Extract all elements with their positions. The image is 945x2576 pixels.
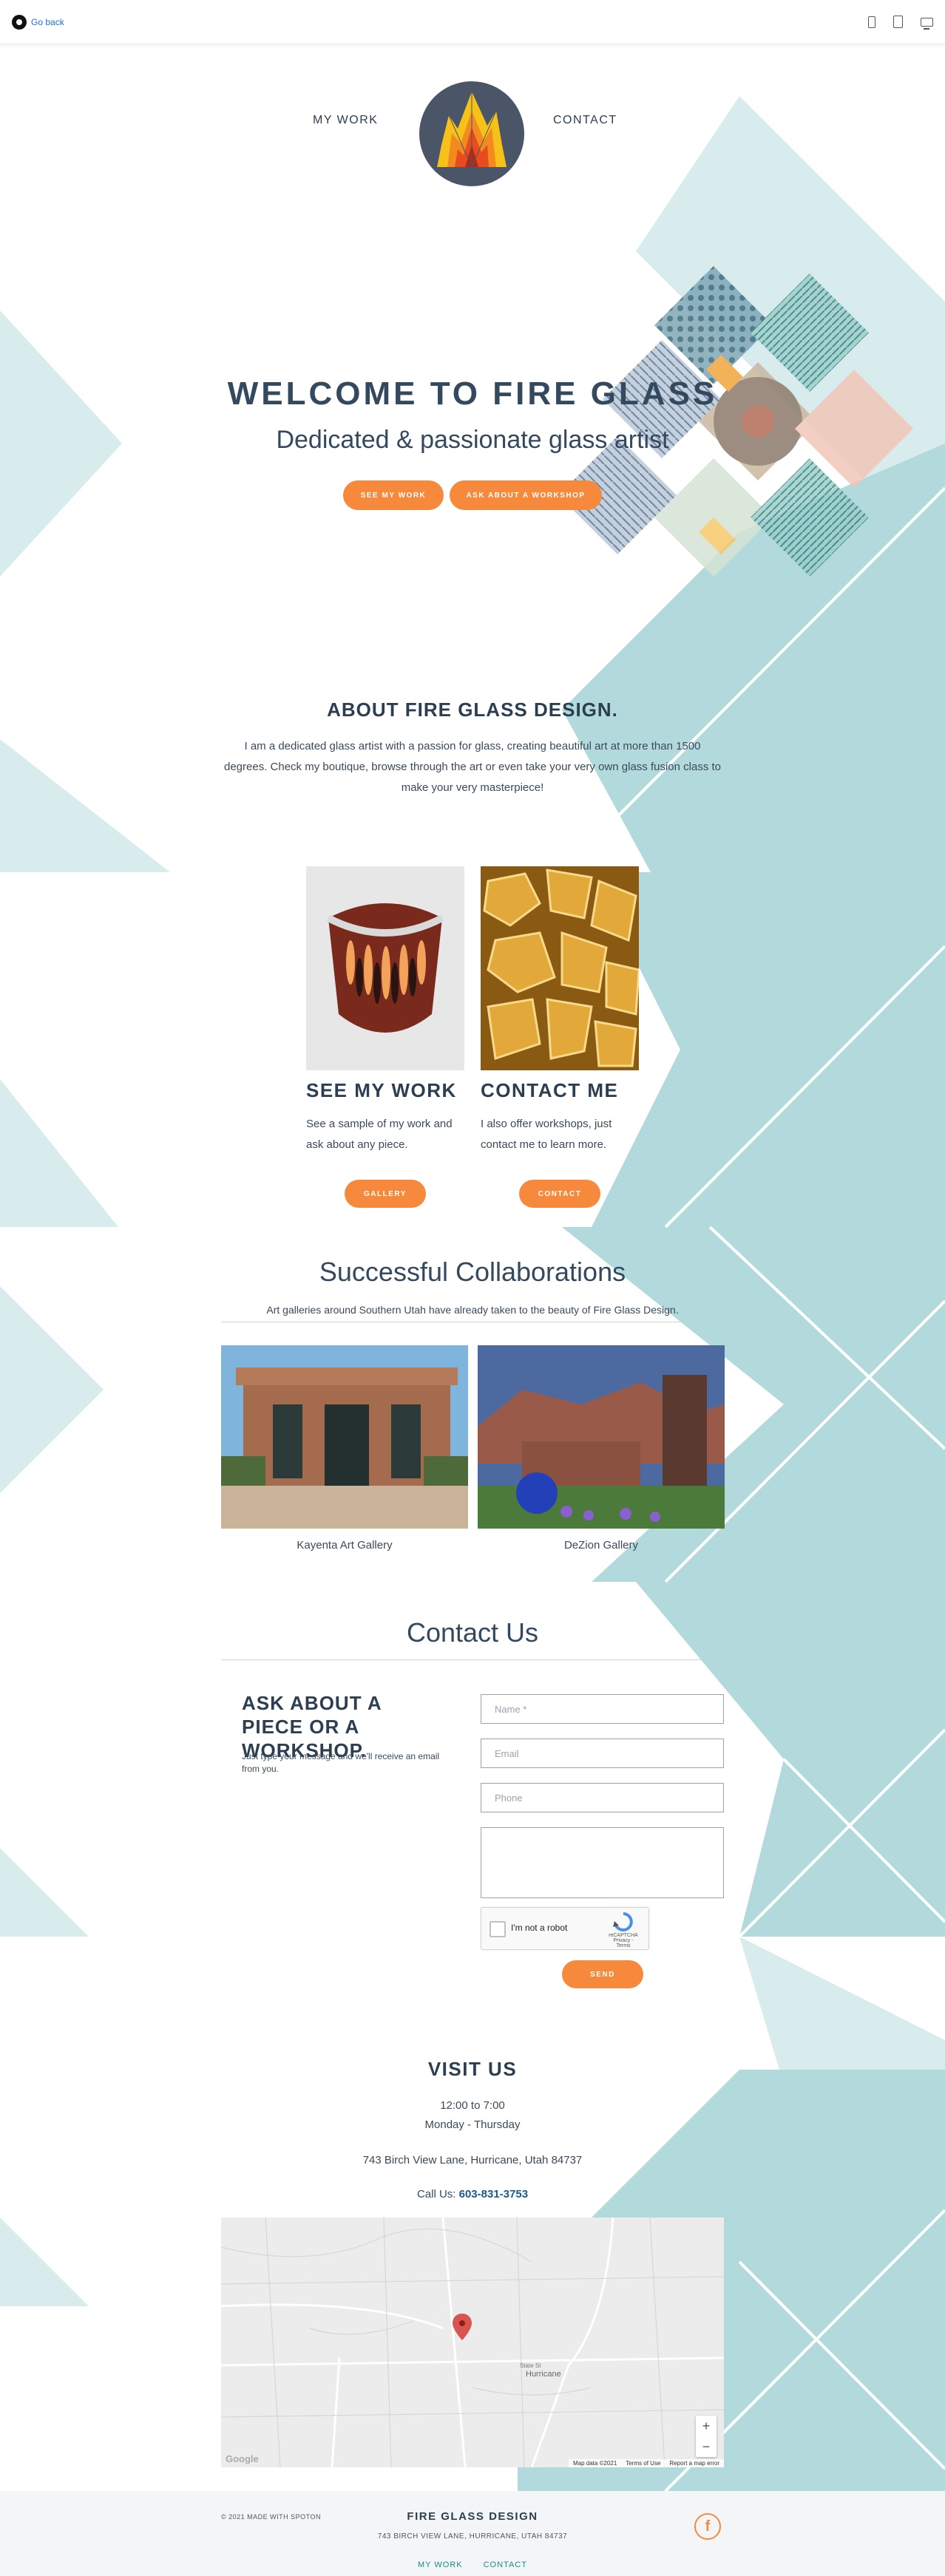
phone-link[interactable]: 603-831-3753 — [459, 2188, 528, 2201]
location-map[interactable]: State St Hurricane Google + − Map data ©… — [221, 2218, 724, 2467]
contact-title: Contact Us — [406, 1617, 539, 1648]
map-terms-link[interactable]: Terms of Use — [626, 2460, 660, 2467]
hero-subtitle: Dedicated & passionate glass artist — [276, 426, 669, 454]
amber-glass-image — [481, 866, 639, 1070]
zoom-in-button[interactable]: + — [696, 2416, 717, 2436]
footer-address: 743 BIRCH VIEW LANE, HURRICANE, UTAH 847… — [377, 2532, 568, 2541]
email-field[interactable]: Email — [481, 1739, 724, 1768]
nav-contact[interactable]: CONTACT — [553, 114, 617, 127]
about-title: ABOUT FIRE GLASS DESIGN. — [327, 699, 618, 721]
recaptcha-widget: I'm not a robot reCAPTCHA Privacy - Term… — [481, 1907, 649, 1950]
map-town-label: Hurricane — [526, 2370, 561, 2379]
footer: © 2021 MADE WITH SPOTON FIRE GLASS DESIG… — [0, 2491, 945, 2576]
card-contact-me: CONTACT ME I also offer workshops, just … — [481, 866, 639, 1208]
map-report-link[interactable]: Report a map error — [669, 2460, 719, 2467]
card-text: See a sample of my work and ask about an… — [306, 1118, 453, 1151]
recaptcha-brand: reCAPTCHA — [609, 1933, 638, 1938]
footer-link-contact[interactable]: CONTACT — [484, 2560, 527, 2569]
footer-links: MY WORK CONTACT — [0, 2560, 945, 2569]
about-text: I am a dedicated glass artist with a pas… — [223, 740, 722, 794]
ask-workshop-button[interactable]: ASK ABOUT A WORKSHOP — [450, 480, 602, 510]
main-nav: MY WORK CONTACT — [0, 81, 945, 192]
gallery-caption: Kayenta Art Gallery — [297, 1539, 393, 1552]
call-label: Call Us: — [416, 2188, 456, 2201]
collaborations-title: Successful Collaborations — [319, 1257, 626, 1287]
kayenta-gallery-photo — [221, 1345, 468, 1529]
facebook-icon[interactable]: f — [694, 2513, 721, 2540]
divider — [221, 1659, 724, 1660]
tablet-icon[interactable] — [893, 16, 903, 28]
nav-my-work[interactable]: MY WORK — [313, 114, 378, 127]
recaptcha-logo: reCAPTCHA Privacy - Terms — [606, 1912, 641, 1948]
desktop-icon[interactable] — [921, 17, 933, 30]
hero-buttons: SEE MY WORK ASK ABOUT A WORKSHOP — [0, 480, 945, 510]
visit-call: Call Us: 603-831-3753 — [0, 2188, 945, 2201]
phone-icon[interactable] — [868, 16, 875, 28]
visit-days: Monday - Thursday — [424, 2118, 521, 2131]
go-back-icon — [12, 14, 27, 30]
map-attribution: Map data ©2021 Terms of Use Report a map… — [569, 2459, 724, 2467]
card-title: SEE MY WORK — [306, 1079, 457, 1101]
recaptcha-label: I'm not a robot — [511, 1923, 568, 1933]
map-zoom-controls: + − — [696, 2416, 717, 2457]
footer-title: FIRE GLASS DESIGN — [407, 2510, 538, 2523]
zoom-out-button[interactable]: − — [696, 2436, 717, 2457]
preview-topbar: Go back — [0, 0, 945, 44]
send-button[interactable]: SEND — [562, 1960, 643, 1988]
see-my-work-button[interactable]: SEE MY WORK — [343, 480, 444, 510]
recaptcha-terms[interactable]: Privacy - Terms — [606, 1938, 641, 1948]
footer-link-my-work[interactable]: MY WORK — [418, 2560, 463, 2569]
device-switcher — [868, 16, 933, 30]
visit-hours: 12:00 to 7:00 — [440, 2099, 505, 2112]
map-data-label: Map data ©2021 — [573, 2460, 617, 2467]
recaptcha-checkbox[interactable] — [490, 1921, 506, 1937]
gallery-caption: DeZion Gallery — [563, 1539, 639, 1552]
go-back-link[interactable]: Go back — [12, 14, 64, 30]
go-back-label: Go back — [31, 16, 64, 27]
visit-title: VISIT US — [427, 2058, 518, 2080]
fire-glass-logo[interactable] — [419, 81, 524, 186]
gallery-button[interactable]: GALLERY — [345, 1180, 426, 1208]
gallery-dezion: DeZion Gallery — [478, 1345, 725, 1552]
name-field[interactable]: Name * — [481, 1694, 724, 1724]
message-field[interactable] — [481, 1827, 724, 1898]
map-road-label: State St — [520, 2362, 541, 2369]
glass-bowl-image — [306, 866, 464, 1070]
gallery-kayenta: Kayenta Art Gallery — [221, 1345, 468, 1552]
google-logo: Google — [226, 2453, 259, 2464]
card-text: I also offer workshops, just contact me … — [481, 1118, 612, 1151]
card-see-my-work: SEE MY WORK See a sample of my work and … — [306, 866, 464, 1208]
card-title: CONTACT ME — [481, 1079, 619, 1101]
phone-field[interactable]: Phone — [481, 1783, 724, 1812]
ask-text: Just type your message and we'll receive… — [242, 1751, 440, 1774]
contact-button[interactable]: CONTACT — [519, 1180, 600, 1208]
dezion-gallery-photo — [478, 1345, 725, 1529]
hero-title: WELCOME TO FIRE GLASS — [227, 375, 718, 412]
visit-address: 743 Birch View Lane, Hurricane, Utah 847… — [362, 2154, 583, 2167]
collaborations-subtitle: Art galleries around Southern Utah have … — [221, 1304, 724, 1322]
